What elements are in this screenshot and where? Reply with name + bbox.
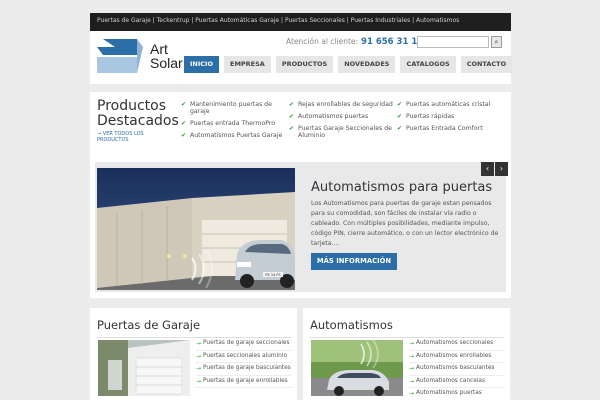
slide-description: Los Automatismos para puertas de garaje …: [311, 200, 499, 247]
garage-car-illustration: FK 14 FS: [97, 168, 295, 290]
list-item[interactable]: Automatismos enrollables: [409, 353, 505, 363]
divider: [97, 337, 291, 338]
nav-empresa[interactable]: EMPRESA: [224, 56, 271, 73]
chevron-left-icon: ‹: [485, 164, 490, 173]
top-links[interactable]: Puertas de Garaje | Teckentrup | Puertas…: [97, 17, 459, 24]
garage-doors-section: Puertas de Garaje Puertas de garaje secc…: [90, 308, 297, 400]
featured-title: Productos Destacados: [97, 98, 179, 129]
site-header: Art Solar Atención al cliente: 91 656 31 …: [90, 31, 513, 84]
product-column-2: Rejas enrollables de seguridad Automatis…: [289, 101, 394, 144]
search-button[interactable]: ⌕: [491, 36, 502, 48]
logo-mark-icon: [97, 39, 143, 73]
contact-info: Atención al cliente: 91 656 31 15: [286, 37, 423, 47]
list-item[interactable]: Automatismos cancelas: [409, 378, 505, 388]
product-link[interactable]: Mantenimiento puertas de garaje: [181, 101, 286, 115]
divider: [310, 337, 504, 338]
logo-line-2: Solar: [150, 55, 183, 71]
license-plate: FK 14 FS: [265, 273, 281, 277]
chevron-right-icon: ›: [499, 164, 504, 173]
garage-doors-list: Puertas de garaje seccionales Puertas se…: [196, 340, 292, 390]
product-link[interactable]: Puertas automáticas cristal: [397, 101, 502, 108]
phone-number[interactable]: 91 656 31 15: [361, 37, 423, 47]
list-item[interactable]: Automatismos basculantes: [409, 365, 505, 376]
slide: FK 14 FS Automatismos para puertas Los A…: [95, 162, 508, 292]
top-links-bar: Puertas de Garaje | Teckentrup | Puertas…: [90, 13, 511, 31]
product-link[interactable]: Puertas Entrada Comfort: [397, 125, 502, 132]
automation-list: Automatismos seccionales Automatismos en…: [409, 340, 505, 400]
automation-image[interactable]: [311, 340, 403, 396]
automation-section: Automatismos Automatismos seccionales Au…: [303, 308, 510, 400]
nav-inicio[interactable]: INICIO: [184, 56, 219, 73]
list-item[interactable]: Automatismos puertas: [409, 390, 505, 400]
next-slide-button[interactable]: ›: [495, 162, 508, 176]
view-all-link[interactable]: → VER TODOS LOS PRODUCTOS: [97, 131, 167, 143]
search-input[interactable]: [417, 36, 489, 48]
garage-door-icon: [98, 340, 190, 396]
product-link[interactable]: Puertas rápidas: [397, 113, 502, 120]
product-link[interactable]: Automatismos puertas: [289, 113, 394, 120]
product-column-3: Puertas automáticas cristal Puertas rápi…: [397, 101, 502, 137]
list-item[interactable]: Puertas de garaje basculantes: [196, 365, 292, 376]
logo-line-1: Art: [150, 41, 168, 57]
contact-label: Atención al cliente:: [286, 37, 359, 46]
site-logo[interactable]: Art Solar: [97, 39, 183, 73]
search-icon: ⌕: [494, 38, 499, 46]
product-link[interactable]: Rejas enrollables de seguridad: [289, 101, 394, 108]
product-link[interactable]: Puertas Garaje Seccionales de Aluminio: [289, 125, 394, 139]
car-remote-icon: [311, 340, 403, 396]
list-item[interactable]: Puertas de garaje enrollables: [196, 378, 292, 388]
section-title[interactable]: Automatismos: [310, 318, 393, 332]
main-nav: INICIO EMPRESA PRODUCTOS NOVEDADES CATAL…: [184, 56, 513, 73]
logo-text: Art Solar: [150, 42, 183, 70]
featured-products: Productos Destacados → VER TODOS LOS PROD…: [90, 92, 511, 160]
nav-productos[interactable]: PRODUCTOS: [275, 56, 334, 73]
slide-title: Automatismos para puertas: [311, 180, 493, 195]
garage-doors-image[interactable]: [98, 340, 190, 396]
list-item[interactable]: Puertas de garaje seccionales: [196, 340, 292, 351]
product-link[interactable]: Automatismos Puertas Garaje: [181, 132, 286, 139]
nav-contacto[interactable]: CONTACTO: [460, 56, 513, 73]
section-title[interactable]: Puertas de Garaje: [97, 318, 200, 332]
nav-novedades[interactable]: NOVEDADES: [338, 56, 396, 73]
product-column-1: Mantenimiento puertas de garaje Puertas …: [181, 101, 286, 144]
list-item[interactable]: Puertas seccionales aluminio: [196, 353, 292, 363]
list-item[interactable]: Automatismos seccionales: [409, 340, 505, 351]
nav-catalogos[interactable]: CATALOGOS: [400, 56, 456, 73]
product-link[interactable]: Puertas entrada ThermoPro: [181, 120, 286, 127]
more-info-button[interactable]: MÁS INFORMACIÓN: [311, 253, 397, 270]
slide-image[interactable]: FK 14 FS: [97, 168, 295, 290]
prev-slide-button[interactable]: ‹: [481, 162, 494, 176]
hero-slider: FK 14 FS Automatismos para puertas Los A…: [90, 160, 511, 298]
slider-arrows: ‹ ›: [480, 162, 508, 176]
